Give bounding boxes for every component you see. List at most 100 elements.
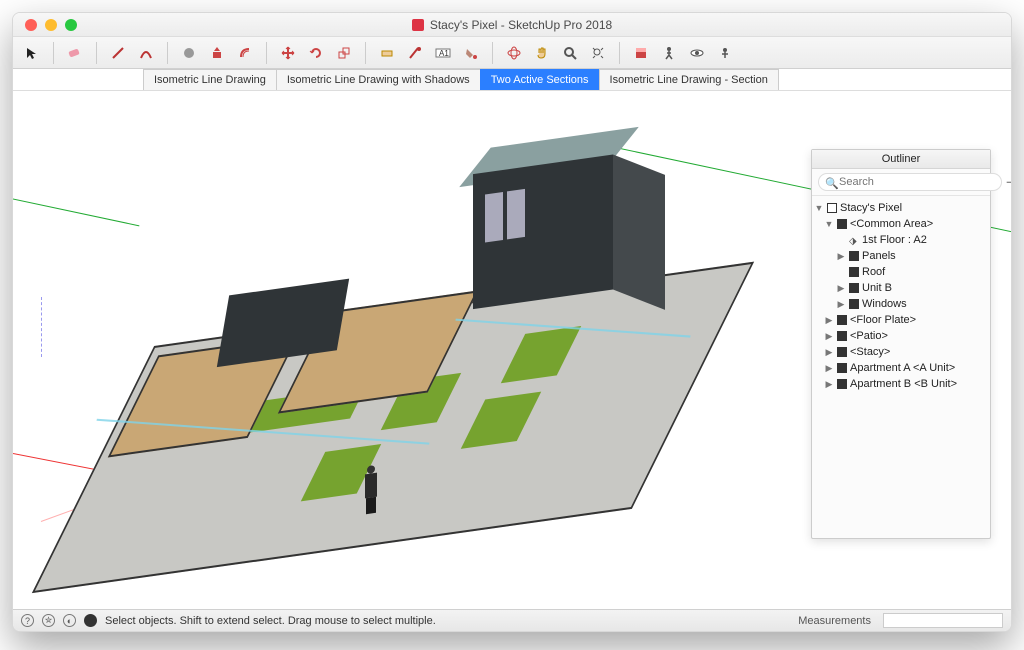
disclosure-triangle-icon[interactable]: ▶ xyxy=(824,379,834,390)
credits-icon[interactable] xyxy=(84,614,97,627)
window xyxy=(485,192,503,243)
disclosure-triangle-icon[interactable]: ▶ xyxy=(824,315,834,326)
scene-tab[interactable]: Isometric Line Drawing xyxy=(143,69,277,90)
outliner-row[interactable]: ▶ Apartment B <B Unit> xyxy=(814,376,988,392)
status-hint: Select objects. Shift to extend select. … xyxy=(105,615,790,627)
select-tool-icon[interactable] xyxy=(23,44,41,62)
eraser-tool-icon[interactable] xyxy=(66,44,84,62)
window-title-text: Stacy's Pixel - SketchUp Pro 2018 xyxy=(430,18,612,32)
outliner-row[interactable]: ▶ Windows xyxy=(814,296,988,312)
disclosure-triangle-icon[interactable]: ▶ xyxy=(824,347,834,358)
outliner-item-label: 1st Floor : A2 xyxy=(862,234,927,246)
group-icon xyxy=(837,315,847,325)
measurements-label: Measurements xyxy=(798,615,871,627)
group-icon xyxy=(837,379,847,389)
dimension-tool-icon[interactable]: A1 xyxy=(434,44,452,62)
walk-tool-icon[interactable] xyxy=(660,44,678,62)
outliner-row[interactable]: ▶ <Stacy> xyxy=(814,344,988,360)
outliner-item-label: Windows xyxy=(862,298,907,310)
search-icon: 🔍 xyxy=(825,177,839,190)
position-camera-tool-icon[interactable] xyxy=(716,44,734,62)
measurements-input[interactable] xyxy=(883,613,1003,628)
disclosure-triangle-icon[interactable]: ▶ xyxy=(824,363,834,374)
tape-tool-icon[interactable] xyxy=(378,44,396,62)
outliner-item-label: Apartment A <A Unit> xyxy=(850,362,955,374)
disclosure-triangle-icon[interactable]: ▶ xyxy=(836,283,846,294)
lookaround-tool-icon[interactable] xyxy=(688,44,706,62)
scene-tab-active[interactable]: Two Active Sections xyxy=(480,69,600,90)
disclosure-triangle-icon[interactable]: ▶ xyxy=(836,299,846,310)
geo-icon[interactable]: ◐ xyxy=(63,614,76,627)
toolbar-separator xyxy=(266,42,267,64)
toolbar-separator xyxy=(167,42,168,64)
group-icon xyxy=(837,331,847,341)
scene-tab-label: Two Active Sections xyxy=(491,74,589,86)
outliner-row[interactable]: ▶ Unit B xyxy=(814,280,988,296)
group-icon xyxy=(849,283,859,293)
paint-tool-icon[interactable] xyxy=(462,44,480,62)
move-tool-icon[interactable] xyxy=(279,44,297,62)
text-tool-icon[interactable] xyxy=(406,44,424,62)
scene-tab[interactable]: Isometric Line Drawing - Section xyxy=(599,69,779,90)
titlebar: Stacy's Pixel - SketchUp Pro 2018 xyxy=(13,13,1011,37)
outliner-item-label: Unit B xyxy=(862,282,892,294)
pan-tool-icon[interactable] xyxy=(533,44,551,62)
line-tool-icon[interactable] xyxy=(109,44,127,62)
shape-tool-icon[interactable] xyxy=(180,44,198,62)
person-icon[interactable]: ✮ xyxy=(42,614,55,627)
group-icon xyxy=(837,347,847,357)
scale-tool-icon[interactable] xyxy=(335,44,353,62)
outliner-item-label: <Patio> xyxy=(850,330,888,342)
model-icon xyxy=(827,203,837,213)
app-window: Stacy's Pixel - SketchUp Pro 2018 A1 xyxy=(12,12,1012,632)
window xyxy=(507,189,525,240)
upper-unit xyxy=(473,132,648,312)
outliner-item-label: Stacy's Pixel xyxy=(840,202,902,214)
scene-tab-label: Isometric Line Drawing - Section xyxy=(610,74,768,86)
outliner-tree[interactable]: ▼ Stacy's Pixel ▼<Common Area> 1st Floor : … xyxy=(812,196,990,538)
disclosure-triangle-icon[interactable]: ▼ xyxy=(814,203,824,213)
outliner-item-label: <Stacy> xyxy=(850,346,890,358)
disclosure-triangle-icon[interactable]: ▼ xyxy=(824,219,834,229)
outliner-panel[interactable]: Outliner 🔍 ⇥ ▼Stacy's Pixel▼<Common Area… xyxy=(811,149,991,539)
group-icon xyxy=(837,363,847,373)
rotate-tool-icon[interactable] xyxy=(307,44,325,62)
wall-side xyxy=(613,154,665,309)
outliner-row[interactable]: ▶ Panels xyxy=(814,248,988,264)
model-3d[interactable] xyxy=(93,107,713,609)
outliner-row[interactable]: 1st Floor : A2 xyxy=(814,232,988,248)
viewport[interactable]: Outliner 🔍 ⇥ ▼Stacy's Pixel▼<Common Area… xyxy=(13,91,1011,609)
offset-tool-icon[interactable] xyxy=(236,44,254,62)
scene-tab-label: Isometric Line Drawing xyxy=(154,74,266,86)
status-bar: ? ✮ ◐ Select objects. Shift to extend se… xyxy=(13,609,1011,631)
outliner-row[interactable]: ▼ Stacy's Pixel xyxy=(814,200,988,216)
disclosure-triangle-icon[interactable]: ▶ xyxy=(836,251,846,262)
outliner-search-input[interactable] xyxy=(818,173,1002,191)
window-title: Stacy's Pixel - SketchUp Pro 2018 xyxy=(13,18,1011,32)
group-icon xyxy=(849,251,859,261)
toolbar-separator xyxy=(365,42,366,64)
outliner-row[interactable]: ▶ Apartment A <A Unit> xyxy=(814,360,988,376)
outliner-row[interactable]: ▼<Common Area> xyxy=(814,216,988,232)
help-icon[interactable]: ? xyxy=(21,614,34,627)
outliner-row[interactable]: ▶ <Patio> xyxy=(814,328,988,344)
pushpull-tool-icon[interactable] xyxy=(208,44,226,62)
details-icon[interactable]: ⇥ xyxy=(1006,175,1011,189)
zoom-tool-icon[interactable] xyxy=(561,44,579,62)
section-plane-icon xyxy=(849,235,859,245)
outliner-item-label: Roof xyxy=(862,266,885,278)
group-icon xyxy=(837,219,847,229)
axis-blue xyxy=(41,297,42,357)
outliner-row[interactable]: ▶<Floor Plate> xyxy=(814,312,988,328)
group-icon xyxy=(849,299,859,309)
scene-tab[interactable]: Isometric Line Drawing with Shadows xyxy=(276,69,481,90)
section-tool-icon[interactable] xyxy=(632,44,650,62)
outliner-item-label: Apartment B <B Unit> xyxy=(850,378,957,390)
outliner-item-label: Panels xyxy=(862,250,896,262)
zoom-extents-tool-icon[interactable] xyxy=(589,44,607,62)
disclosure-triangle-icon[interactable]: ▶ xyxy=(824,331,834,342)
orbit-tool-icon[interactable] xyxy=(505,44,523,62)
arc-tool-icon[interactable] xyxy=(137,44,155,62)
outliner-row[interactable]: Roof xyxy=(814,264,988,280)
toolbar-separator xyxy=(53,42,54,64)
